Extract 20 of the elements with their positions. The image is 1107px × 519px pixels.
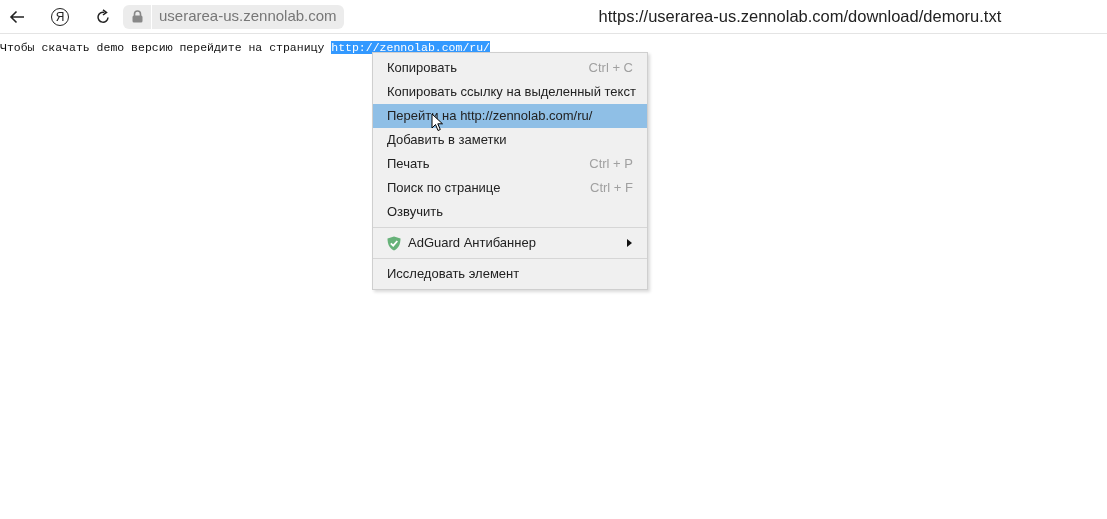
back-icon[interactable] <box>9 9 25 24</box>
page-text: Чтобы скачать demo версию перейдите на страницу <box>0 41 326 54</box>
page-url: https://userarea-us.zennolab.com/download/demoru.txt <box>598 6 1002 28</box>
shield-icon <box>387 235 401 251</box>
submenu-arrow-icon <box>627 239 632 247</box>
menu-item[interactable]: Поиск по странице Ctrl + F <box>373 176 647 200</box>
lock-icon <box>131 10 143 23</box>
menu-item[interactable]: Добавить в заметки <box>373 128 647 152</box>
shortcut-text: Ctrl + C <box>588 59 633 78</box>
address-field[interactable]: userarea-us.zennolab.com <box>152 4 344 29</box>
lock-button[interactable] <box>123 4 151 29</box>
shortcut-text: Ctrl + F <box>590 179 633 198</box>
menu-item[interactable]: Озвучить <box>373 200 647 224</box>
menu-item[interactable]: Копировать ссылку на выделенный текст <box>373 80 647 104</box>
menu-item[interactable]: Копировать Ctrl + C <box>373 56 647 80</box>
menu-item[interactable]: AdGuard Антибаннер <box>373 231 647 255</box>
menu-item[interactable]: Исследовать элемент <box>373 262 647 286</box>
menu-item[interactable]: Печать Ctrl + P <box>373 152 647 176</box>
shortcut-text: Ctrl + P <box>589 155 633 174</box>
reload-icon[interactable] <box>95 8 111 25</box>
